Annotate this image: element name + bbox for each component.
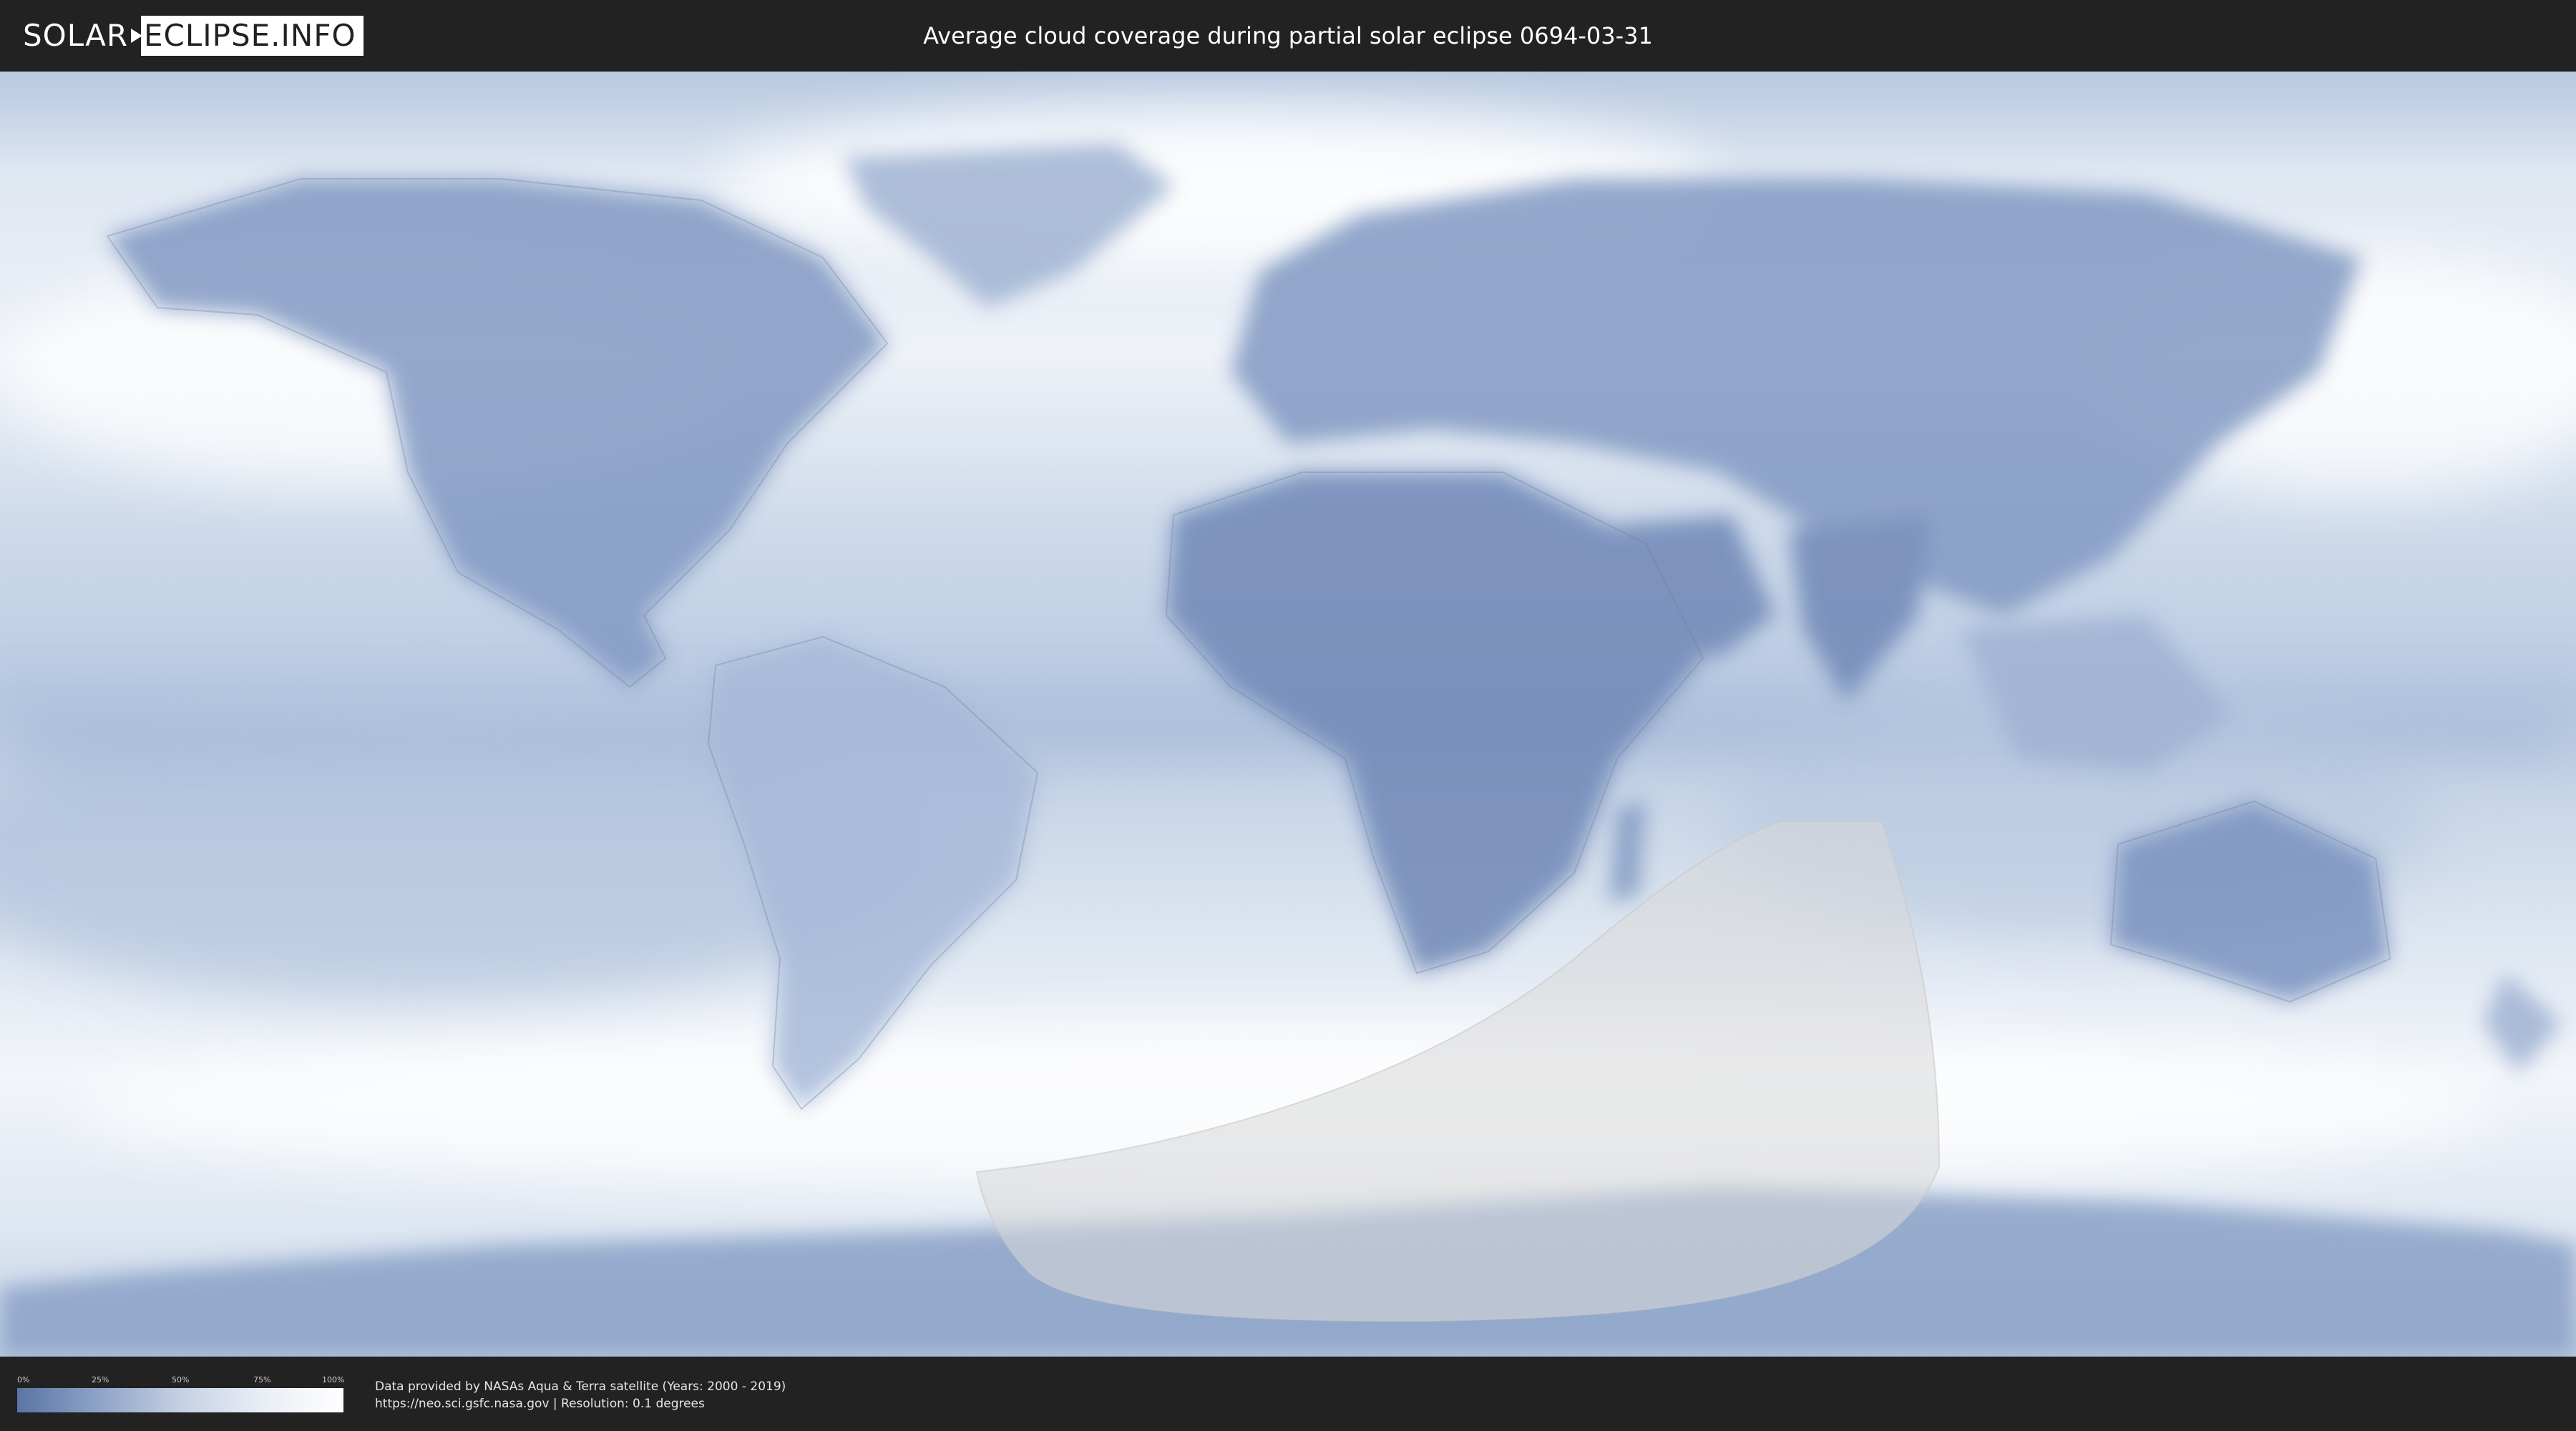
header-bar: SOLAR ECLIPSE.INFO Average cloud coverag… [0, 0, 2576, 72]
legend-ticks: 0% 25% 50% 75% 100% [17, 1375, 345, 1385]
world-map-svg [0, 72, 2576, 1357]
cloud-coverage-legend: 0% 25% 50% 75% 100% [17, 1375, 345, 1412]
data-credits: Data provided by NASAs Aqua & Terra sate… [375, 1378, 786, 1412]
credits-line-1: Data provided by NASAs Aqua & Terra sate… [375, 1379, 786, 1394]
legend-gradient-bar [17, 1388, 343, 1412]
legend-tick-75: 75% [253, 1375, 271, 1384]
credits-line-2: https://neo.sci.gsfc.nasa.gov | Resoluti… [375, 1397, 705, 1411]
page-title: Average cloud coverage during partial so… [923, 22, 1653, 49]
legend-tick-100: 100% [322, 1375, 345, 1384]
legend-tick-50: 50% [172, 1375, 190, 1384]
cloud-coverage-map [0, 72, 2576, 1357]
footer-bar: 0% 25% 50% 75% 100% Data provided by NAS… [0, 1357, 2576, 1431]
legend-tick-0: 0% [17, 1375, 30, 1384]
legend-tick-25: 25% [92, 1375, 109, 1384]
